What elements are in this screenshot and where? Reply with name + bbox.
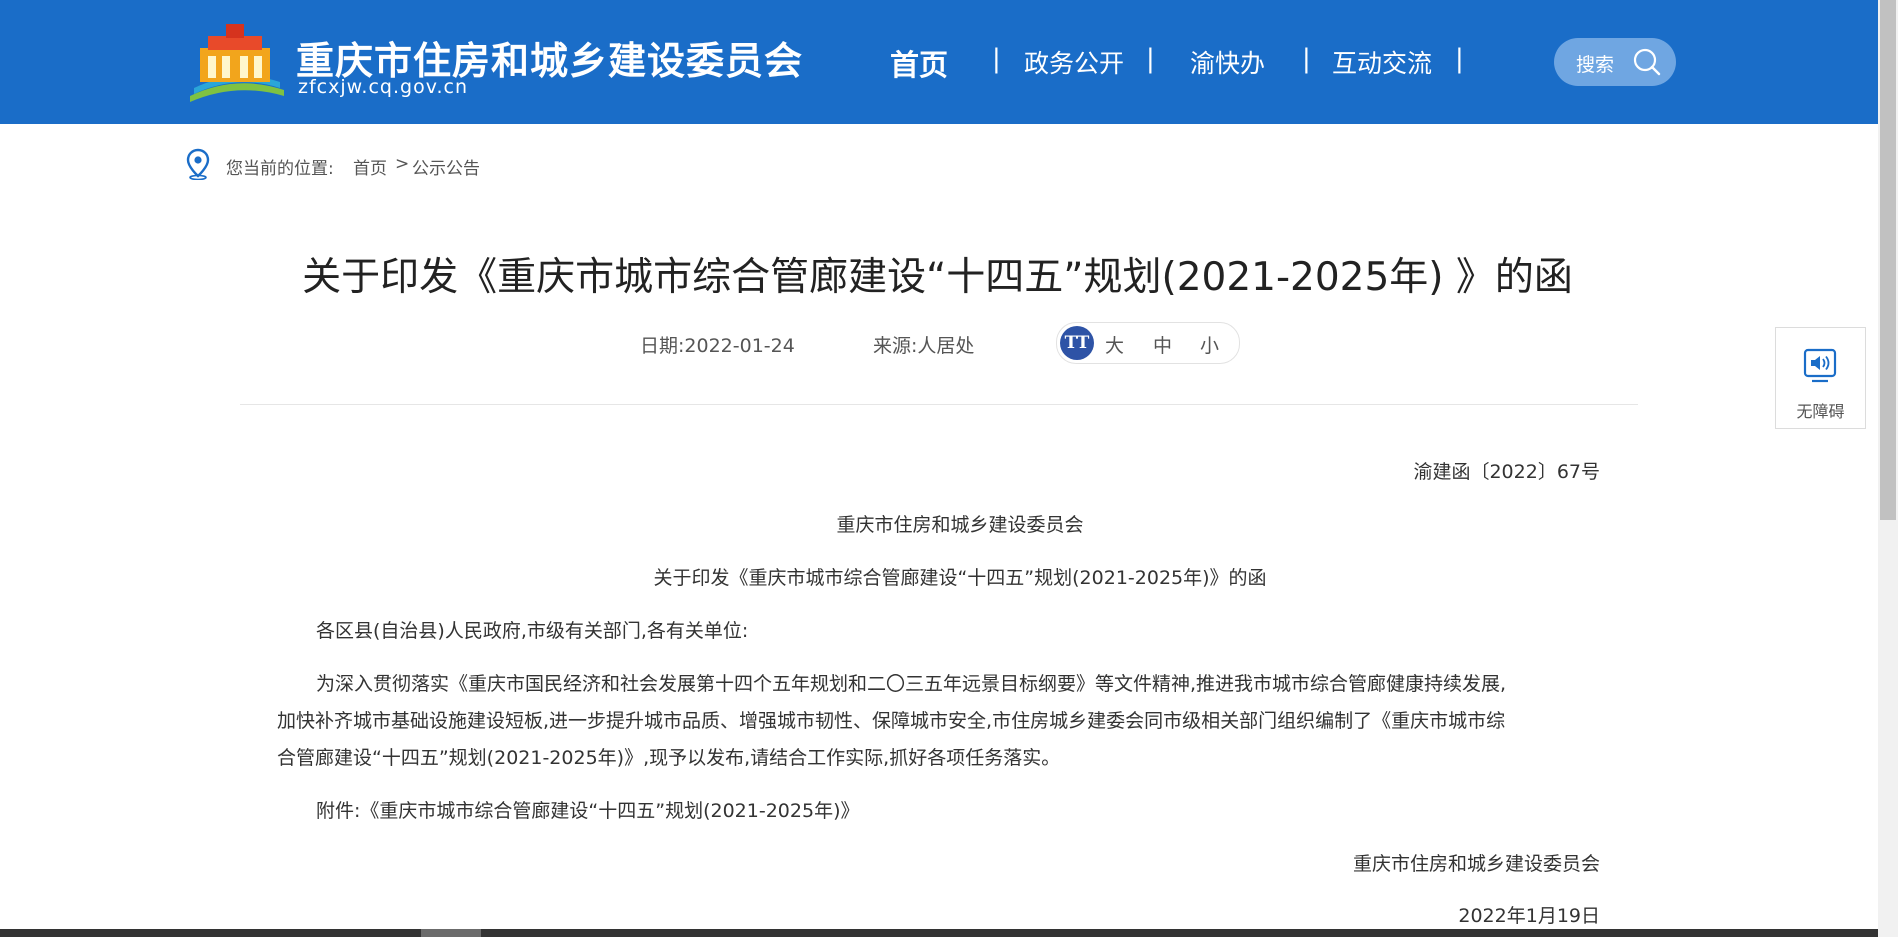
breadcrumb-home[interactable]: 首页 [353,154,387,179]
nav-government-affairs[interactable]: 政务公开 [1024,44,1124,80]
sign-date: 2022年1月19日 [1458,905,1600,927]
article-title: 关于印发《重庆市城市综合管廊建设“十四五”规划(2021-2025年) 》的函 [302,255,1573,300]
search-button[interactable]: 搜索 [1554,38,1676,86]
search-icon [1633,48,1661,76]
body-line: 合管廊建设“十四五”规划(2021-2025年)》,现予以发布,请结合工作实际,… [277,747,1061,769]
logo-emblem-icon[interactable] [186,22,286,102]
nav-yukuaiban[interactable]: 渝快办 [1190,44,1265,80]
site-domain: zfcxjw.cq.gov.cn [298,76,468,98]
nav-home[interactable]: 首页 [890,42,948,84]
font-size-icon: TT [1060,326,1094,360]
font-size-medium[interactable]: 中 [1153,331,1172,358]
doc-number: 渝建函〔2022〕67号 [1413,461,1600,483]
speaker-icon [1803,348,1837,383]
search-label: 搜索 [1576,54,1615,76]
nav-separator: | [1302,44,1311,74]
body-line: 加快补齐城市基础设施建设短板,进一步提升城市品质、增强城市韧性、保障城市安全,市… [277,710,1506,732]
signature: 重庆市住房和城乡建设委员会 [1352,853,1600,875]
issuer-header: 重庆市住房和城乡建设委员会 [836,514,1084,536]
body-line: 为深入贯彻落实《重庆市国民经济和社会发展第十四个五年规划和二〇三五年远景目标纲要… [316,673,1507,695]
article-date: 日期:2022-01-24 [640,335,795,357]
nav-separator: | [1455,44,1464,74]
breadcrumb-label: 您当前的位置: [226,159,334,179]
horizontal-scrollbar[interactable] [0,929,1878,937]
attachment-link[interactable]: 附件:《重庆市城市综合管廊建设“十四五”规划(2021-2025年)》 [316,796,859,823]
site-header: 重庆市住房和城乡建设委员会 zfcxjw.cq.gov.cn 首页 | 政务公开… [0,0,1878,124]
breadcrumb-current[interactable]: 公示公告 [412,154,480,179]
breadcrumb-separator: > [395,154,410,174]
article-source: 来源:人居处 [873,335,975,357]
salutation: 各区县(自治县)人民政府,市级有关部门,各有关单位: [316,620,749,642]
location-pin-icon [186,148,210,180]
nav-separator: | [992,44,1001,74]
horizontal-scrollbar-thumb[interactable] [421,929,481,937]
nav-interaction[interactable]: 互动交流 [1332,44,1432,80]
document-subtitle: 关于印发《重庆市城市综合管廊建设“十四五”规划(2021-2025年)》的函 [653,567,1267,589]
font-size-control: TT 大 中 小 [1056,322,1240,364]
accessibility-label: 无障碍 [1796,402,1845,421]
font-size-large[interactable]: 大 [1105,331,1124,358]
scrollbar-thumb[interactable] [1880,0,1896,520]
header-divider [240,404,1638,405]
font-size-small[interactable]: 小 [1200,331,1219,358]
nav-separator: | [1146,44,1155,74]
accessibility-button[interactable]: 无障碍 [1775,327,1866,429]
